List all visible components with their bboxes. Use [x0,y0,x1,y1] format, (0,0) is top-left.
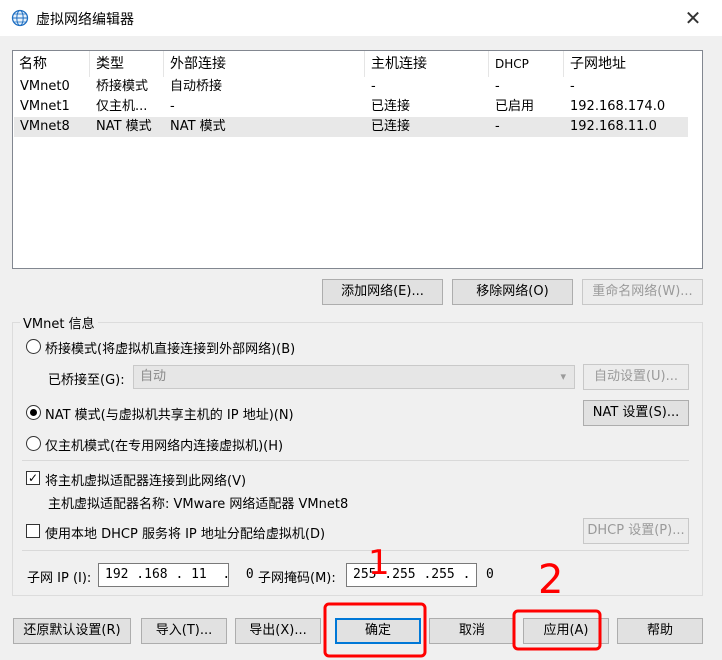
ok-highlight-box [323,602,427,658]
apply-highlight-box [512,609,602,651]
annotation-mark-2: 2 [538,557,564,603]
annotation-mark-1: 1 [368,543,390,583]
red-annotation-overlay [323,602,602,658]
